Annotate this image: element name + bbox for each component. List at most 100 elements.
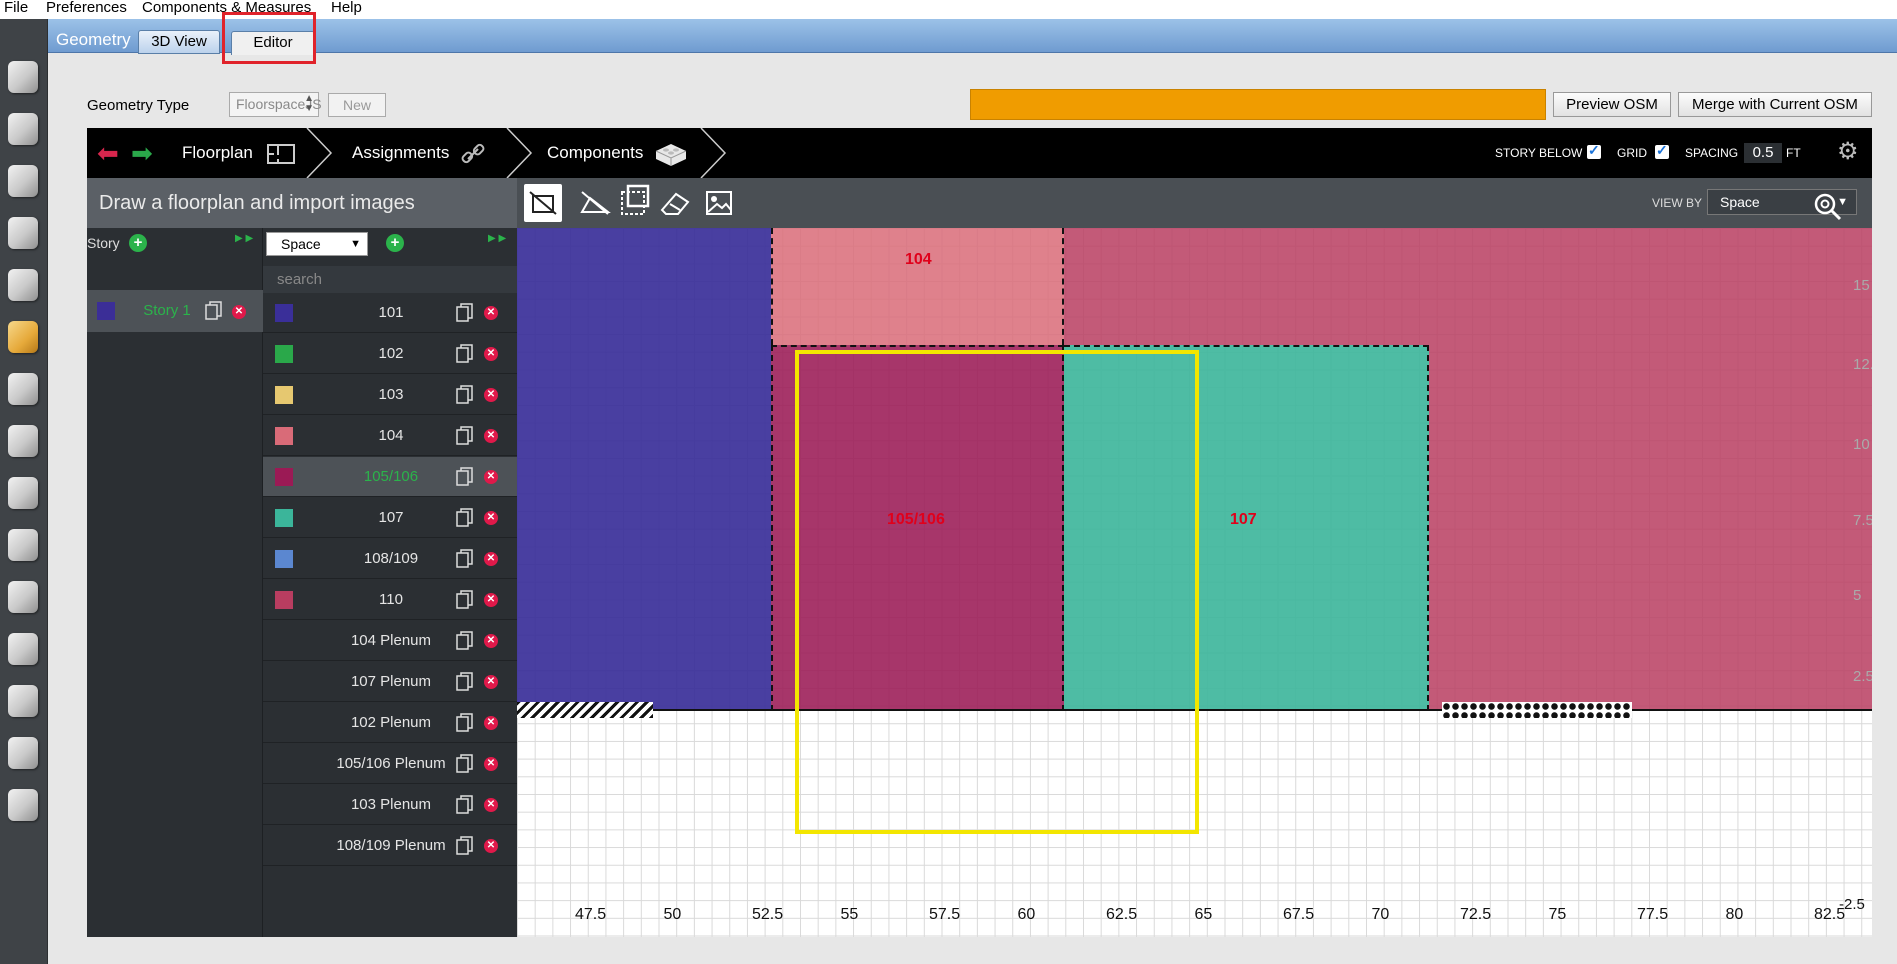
new-geometry-button[interactable]: New — [328, 93, 386, 117]
tab-3d-view[interactable]: 3D View — [138, 30, 220, 54]
copy-icon[interactable] — [456, 631, 473, 650]
run-icon[interactable] — [4, 731, 42, 775]
space-row[interactable]: 108/109 ✕ — [263, 539, 519, 579]
tab-components[interactable]: Components — [547, 128, 688, 178]
space-color-swatch — [275, 591, 293, 609]
story-panel-expand-icon[interactable]: ▶ ▶ — [235, 234, 253, 244]
space-row[interactable]: 103 Plenum ✕ — [263, 785, 519, 825]
copy-icon[interactable] — [456, 467, 473, 486]
copy-icon[interactable] — [456, 754, 473, 773]
grid-checkbox[interactable] — [1655, 142, 1669, 159]
space-row[interactable]: 101 ✕ — [263, 293, 519, 333]
space-row[interactable]: 108/109 Plenum ✕ — [263, 826, 519, 866]
delete-space-icon[interactable]: ✕ — [484, 552, 498, 566]
globe-icon[interactable] — [4, 55, 42, 99]
polygon-tool-icon[interactable] — [576, 184, 614, 222]
space-110-polygon[interactable] — [1429, 345, 1872, 711]
space-row[interactable]: 110 ✕ — [263, 580, 519, 620]
copy-icon[interactable] — [456, 795, 473, 814]
copy-icon[interactable] — [456, 713, 473, 732]
copy-icon[interactable] — [456, 672, 473, 691]
delete-space-icon[interactable]: ✕ — [484, 634, 498, 648]
delete-space-icon[interactable]: ✕ — [484, 470, 498, 484]
delete-space-icon[interactable]: ✕ — [484, 798, 498, 812]
delete-space-icon[interactable]: ✕ — [484, 716, 498, 730]
space-110-polygon[interactable] — [1064, 228, 1872, 345]
space-row[interactable]: 102 ✕ — [263, 334, 519, 374]
x-tick-label: 67.5 — [1283, 906, 1315, 923]
settings-gear-icon[interactable]: ⚙ — [1837, 140, 1859, 164]
space-row[interactable]: 103 ✕ — [263, 375, 519, 415]
delete-space-icon[interactable]: ✕ — [484, 675, 498, 689]
copy-icon[interactable] — [456, 303, 473, 322]
space-row[interactable]: 105/106 ✕ — [263, 457, 519, 497]
facility-icon[interactable] — [4, 367, 42, 411]
space-row[interactable]: 102 Plenum ✕ — [263, 703, 519, 743]
copy-icon[interactable] — [456, 385, 473, 404]
copy-icon[interactable] — [205, 301, 222, 320]
geometry-type-select[interactable]: FloorspaceJS ▲ ▼ — [229, 92, 322, 117]
loads-icon[interactable] — [4, 211, 42, 255]
story-row[interactable]: Story 1 ✕ — [87, 290, 263, 332]
constructions-icon[interactable] — [4, 159, 42, 203]
space-107-label: 107 — [1230, 511, 1257, 528]
delete-story-icon[interactable]: ✕ — [232, 305, 246, 319]
spaces-icon[interactable] — [4, 419, 42, 463]
space-row[interactable]: 105/106 Plenum ✕ — [263, 744, 519, 784]
copy-icon[interactable] — [456, 836, 473, 855]
calendar-icon[interactable] — [4, 107, 42, 151]
delete-space-icon[interactable]: ✕ — [484, 839, 498, 853]
x-tick-label: 70 — [1371, 906, 1390, 923]
copy-icon[interactable] — [456, 549, 473, 568]
thermal-zones-icon[interactable] — [4, 471, 42, 515]
hvac-icon[interactable] — [4, 523, 42, 567]
delete-space-icon[interactable]: ✕ — [484, 429, 498, 443]
space-row[interactable]: 107 Plenum ✕ — [263, 662, 519, 702]
space-search-input[interactable]: search — [263, 266, 519, 293]
add-story-button[interactable]: + — [129, 234, 147, 252]
space-name: 103 — [378, 386, 404, 403]
copy-icon[interactable] — [456, 508, 473, 527]
space-row[interactable]: 104 Plenum ✕ — [263, 621, 519, 661]
tab-floorplan[interactable]: Floorplan — [182, 128, 296, 178]
delete-space-icon[interactable]: ✕ — [484, 388, 498, 402]
output-variables-icon[interactable] — [4, 575, 42, 619]
select-tool-icon[interactable] — [616, 184, 654, 222]
menu-preferences[interactable]: Preferences — [46, 0, 127, 16]
menu-help[interactable]: Help — [331, 0, 362, 16]
delete-space-icon[interactable]: ✕ — [484, 347, 498, 361]
menu-file[interactable]: File — [4, 0, 28, 16]
tab-assignments[interactable]: Assignments — [352, 128, 486, 178]
space-types-icon[interactable] — [4, 263, 42, 307]
merge-osm-button[interactable]: Merge with Current OSM — [1678, 92, 1872, 117]
rectangle-tool-icon[interactable] — [524, 184, 562, 222]
measures-icon[interactable] — [4, 679, 42, 723]
globe-icon-glyph — [8, 61, 38, 93]
space-row[interactable]: 107 ✕ — [263, 498, 519, 538]
space-row[interactable]: 104 ✕ — [263, 416, 519, 456]
output-variables-icon-glyph — [8, 581, 38, 613]
space-panel-expand-icon[interactable]: ▶ ▶ — [488, 234, 506, 244]
copy-icon[interactable] — [456, 426, 473, 445]
zoom-icon[interactable] — [1813, 192, 1843, 222]
story-below-checkbox[interactable] — [1587, 142, 1601, 159]
delete-space-icon[interactable]: ✕ — [484, 757, 498, 771]
results-icon[interactable] — [4, 783, 42, 827]
redo-arrow-icon[interactable]: ➡ — [131, 140, 153, 166]
copy-icon[interactable] — [456, 590, 473, 609]
geometry-icon[interactable] — [4, 315, 42, 359]
delete-space-icon[interactable]: ✕ — [484, 593, 498, 607]
space-101-polygon[interactable] — [517, 228, 771, 711]
delete-space-icon[interactable]: ✕ — [484, 306, 498, 320]
space-type-select[interactable]: Space ▼ — [266, 232, 368, 256]
preview-osm-button[interactable]: Preview OSM — [1553, 92, 1671, 117]
space-104-polygon[interactable] — [771, 228, 1064, 345]
eraser-tool-icon[interactable] — [656, 184, 694, 222]
image-tool-icon[interactable] — [700, 184, 738, 222]
copy-icon[interactable] — [456, 344, 473, 363]
spacing-input[interactable]: 0.5 — [1744, 143, 1782, 163]
simulation-settings-icon[interactable] — [4, 627, 42, 671]
delete-space-icon[interactable]: ✕ — [484, 511, 498, 525]
add-space-button[interactable]: + — [386, 234, 404, 252]
undo-arrow-icon[interactable]: ⬅ — [97, 140, 119, 166]
